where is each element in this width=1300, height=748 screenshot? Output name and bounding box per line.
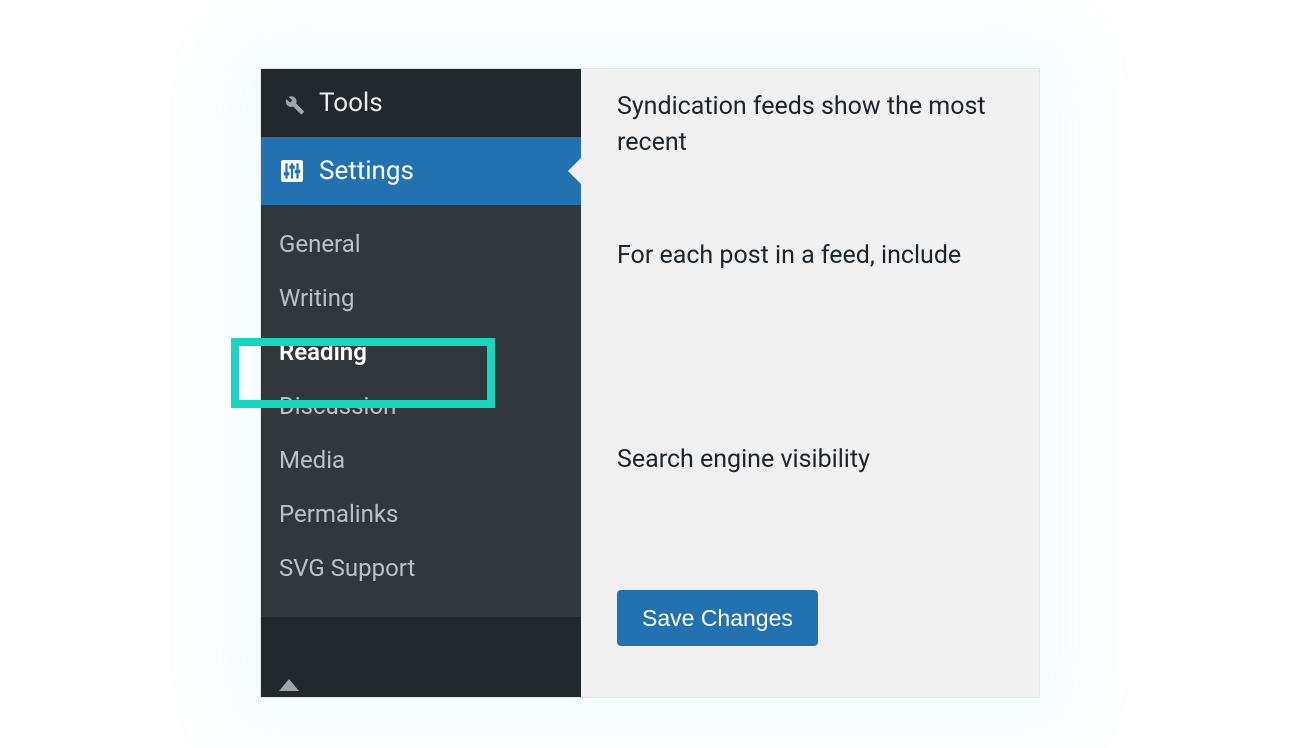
sidebar-item-label: Tools xyxy=(319,88,383,118)
submenu-item-writing[interactable]: Writing xyxy=(261,271,581,325)
syndication-feeds-label: Syndication feeds show the most recent xyxy=(617,89,1007,162)
submenu-label: Media xyxy=(279,446,345,474)
feed-include-label: For each post in a feed, include xyxy=(617,238,1007,274)
submenu-label: Reading xyxy=(279,338,367,366)
submenu-label: Permalinks xyxy=(279,500,398,528)
submenu-label: SVG Support xyxy=(279,554,415,582)
submenu-item-svg-support[interactable]: SVG Support xyxy=(261,541,581,595)
sidebar-item-label: Settings xyxy=(319,156,414,186)
collapse-menu-icon[interactable] xyxy=(279,679,299,691)
stage: Tools Settings General Writing Reading D… xyxy=(0,0,1300,748)
submenu-label: General xyxy=(279,230,361,258)
search-visibility-label: Search engine visibility xyxy=(617,442,1007,478)
settings-reading-content: Syndication feeds show the most recent F… xyxy=(581,69,1039,697)
submenu-item-general[interactable]: General xyxy=(261,217,581,271)
sliders-icon xyxy=(279,158,305,184)
admin-panel-card: Tools Settings General Writing Reading D… xyxy=(260,68,1040,698)
wrench-icon xyxy=(279,90,305,116)
save-changes-button[interactable]: Save Changes xyxy=(617,590,818,646)
submenu-item-media[interactable]: Media xyxy=(261,433,581,487)
sidebar-main-menu: Tools Settings xyxy=(261,69,581,205)
submenu-label: Discussion xyxy=(279,392,396,420)
submenu-item-reading[interactable]: Reading xyxy=(261,325,581,379)
submenu-item-permalinks[interactable]: Permalinks xyxy=(261,487,581,541)
submenu-item-discussion[interactable]: Discussion xyxy=(261,379,581,433)
sidebar-item-tools[interactable]: Tools xyxy=(261,69,581,137)
admin-sidebar: Tools Settings General Writing Reading D… xyxy=(261,69,581,697)
settings-submenu: General Writing Reading Discussion Media… xyxy=(261,205,581,617)
sidebar-item-settings[interactable]: Settings xyxy=(261,137,581,205)
submenu-label: Writing xyxy=(279,284,354,312)
